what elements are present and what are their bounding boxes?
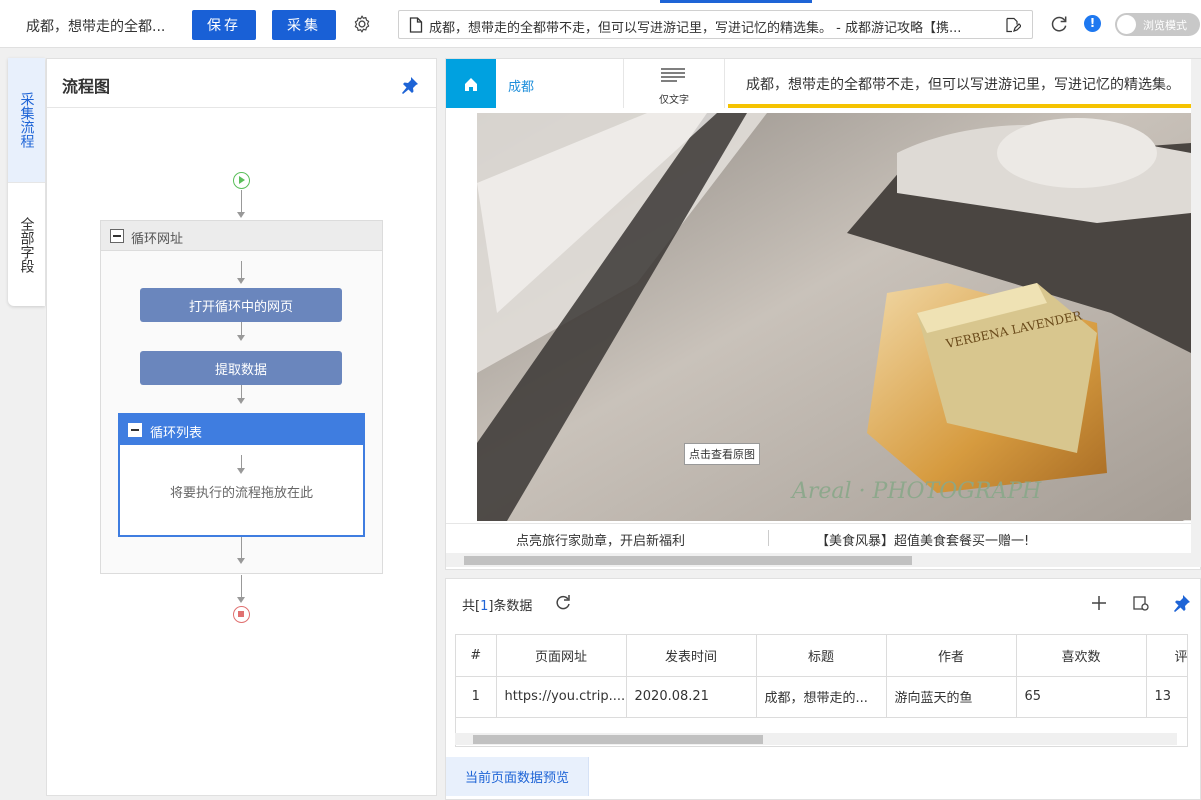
view-original-tooltip: 点击查看原图 xyxy=(684,443,760,465)
home-icon[interactable] xyxy=(446,59,496,108)
column-header[interactable]: 页面网址 xyxy=(496,635,627,677)
page-title: 成都，想带走的全都带不走，但可以写进游记里，写进记忆的精选集。 xyxy=(728,59,1196,108)
end-icon xyxy=(233,606,250,623)
text-only-button[interactable]: 仅文字 xyxy=(623,59,725,108)
refresh-icon[interactable] xyxy=(554,594,572,612)
tab-all-fields[interactable]: 全部字段 xyxy=(8,182,45,306)
table-cell[interactable]: 13 xyxy=(1146,676,1187,718)
save-button[interactable]: 保存 xyxy=(192,10,256,40)
record-count: 共[1]条数据 xyxy=(462,595,532,614)
ad-link-badge[interactable]: 点亮旅行家勋章，开启新福利 xyxy=(516,530,685,549)
back-to-top-icon[interactable] xyxy=(1182,520,1191,521)
column-header[interactable]: 评 xyxy=(1146,635,1187,677)
tab-collect-flow[interactable]: 采集流程 xyxy=(8,58,45,182)
scroll-thumb[interactable] xyxy=(464,556,912,565)
refresh-icon[interactable] xyxy=(1049,14,1069,34)
edit-icon[interactable] xyxy=(1005,17,1021,33)
table-cell[interactable]: 65 xyxy=(1016,676,1147,718)
loop-list-header[interactable]: 循环列表 xyxy=(120,415,363,445)
open-loop-page-step[interactable]: 打开循环中的网页 xyxy=(140,288,342,322)
url-text: 成都，想带走的全都带不走，但可以写进游记里，写进记忆的精选集。 - 成都游记攻略… xyxy=(429,21,962,36)
column-header[interactable]: 喜欢数 xyxy=(1016,635,1147,677)
top-toolbar: 成都，想带走的全都... 保存 采集 成都，想带走的全都带不走，但可以写进游记里… xyxy=(0,0,1201,48)
count-suffix: ]条数据 xyxy=(488,599,533,614)
scroll-thumb[interactable] xyxy=(473,735,763,744)
add-field-icon[interactable] xyxy=(1090,594,1108,612)
task-title: 成都，想带走的全都... xyxy=(26,19,166,35)
watermark-text: Areal · PHOTOGRAPH xyxy=(790,479,1042,504)
vertical-scrollbar[interactable] xyxy=(1191,59,1201,567)
pin-icon[interactable] xyxy=(401,76,419,94)
text-lines-icon xyxy=(661,68,685,82)
data-table: # 页面网址 发表时间 标题 作者 喜欢数 评 1 https://you.ct… xyxy=(455,634,1188,747)
pin-icon[interactable] xyxy=(1173,594,1191,612)
gear-icon[interactable] xyxy=(352,14,372,34)
extract-data-step[interactable]: 提取数据 xyxy=(140,351,342,385)
text-only-label: 仅文字 xyxy=(659,95,689,106)
collapse-icon[interactable] xyxy=(128,423,142,437)
article-photo[interactable]: VERBENA LAVENDER Areal · PHOTOGRAPH 点击查看… xyxy=(477,113,1191,521)
browse-mode-toggle[interactable]: 浏览模式 xyxy=(1115,13,1200,36)
loop-url-header[interactable]: 循环网址 xyxy=(101,221,382,251)
toggle-knob xyxy=(1117,15,1136,34)
loop-list-block[interactable]: 循环列表 将要执行的流程拖放在此 xyxy=(118,413,365,537)
table-header-row: # 页面网址 发表时间 标题 作者 喜欢数 评 xyxy=(456,635,1187,677)
flow-panel: 流程图 循环网址 打开循环中的网页 提取数据 循环列表 将要执行的流程拖放在此 xyxy=(46,58,437,796)
breadcrumb[interactable]: 成都 xyxy=(508,76,534,95)
ad-strip: 点亮旅行家勋章，开启新福利 【美食风暴】超值美食套餐买一赠一! xyxy=(446,523,1200,551)
divider xyxy=(768,530,769,546)
column-header: # xyxy=(456,635,497,677)
data-preview-panel: 共[1]条数据 # 页面网址 发表时间 标题 作者 喜欢数 评 1 https:… xyxy=(445,578,1201,800)
column-header[interactable]: 标题 xyxy=(756,635,887,677)
loop-list-label: 循环列表 xyxy=(150,426,203,441)
drop-zone-hint[interactable]: 将要执行的流程拖放在此 xyxy=(120,482,363,501)
column-header[interactable]: 作者 xyxy=(886,635,1017,677)
loop-url-label: 循环网址 xyxy=(131,232,184,247)
count-prefix: 共[ xyxy=(462,599,481,614)
start-icon xyxy=(233,172,250,189)
browser-panel: 成都 仅文字 成都，想带走的全都带不走，但可以写进游记里，写进记忆的精选集。 V… xyxy=(445,58,1201,570)
table-cell[interactable]: https://you.ctrip.... xyxy=(496,676,627,718)
flow-canvas: 循环网址 打开循环中的网页 提取数据 循环列表 将要执行的流程拖放在此 xyxy=(47,108,436,796)
browse-mode-label: 浏览模式 xyxy=(1143,19,1187,32)
table-cell[interactable]: 成都，想带走的... xyxy=(756,676,887,718)
active-tab-indicator xyxy=(660,0,812,3)
table-horizontal-scrollbar[interactable] xyxy=(455,733,1177,745)
ad-link-food[interactable]: 【美食风暴】超值美食套餐买一赠一! xyxy=(816,530,1029,549)
url-bar[interactable]: 成都，想带走的全都带不走，但可以写进游记里，写进记忆的精选集。 - 成都游记攻略… xyxy=(398,10,1033,39)
document-icon xyxy=(409,17,423,33)
collapse-icon[interactable] xyxy=(110,229,124,243)
table-cell: 1 xyxy=(456,676,497,718)
current-page-preview-tab[interactable]: 当前页面数据预览 xyxy=(446,757,589,796)
table-cell[interactable]: 2020.08.21 xyxy=(626,676,757,718)
info-icon[interactable]: ! xyxy=(1084,15,1101,32)
table-row[interactable]: 1 https://you.ctrip.... 2020.08.21 成都，想带… xyxy=(456,676,1187,718)
horizontal-scrollbar[interactable] xyxy=(446,553,1191,567)
collect-button[interactable]: 采集 xyxy=(272,10,336,40)
column-header[interactable]: 发表时间 xyxy=(626,635,757,677)
flow-panel-title: 流程图 xyxy=(62,77,111,96)
side-tabs: 采集流程 全部字段 xyxy=(8,58,45,306)
table-cell[interactable]: 游向蓝天的鱼 xyxy=(886,676,1017,718)
field-settings-icon[interactable] xyxy=(1132,594,1150,612)
